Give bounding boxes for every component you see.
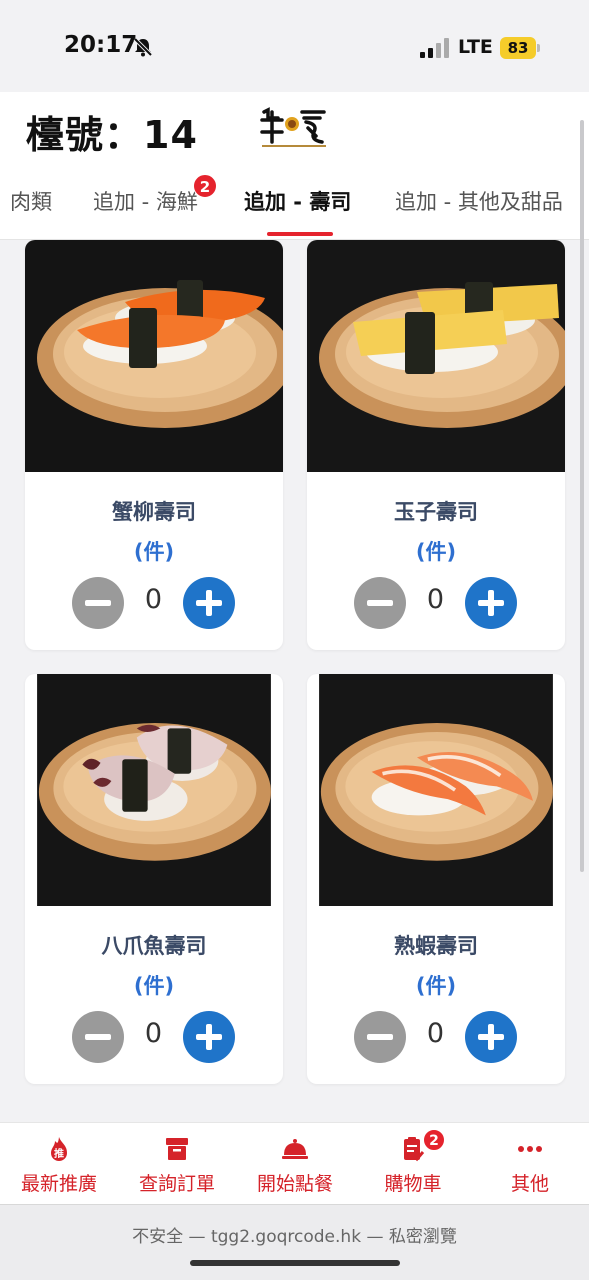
product-card: 玉子壽司 (件) 0 <box>307 240 565 650</box>
order-box-icon <box>166 1138 188 1160</box>
quantity-value: 0 <box>426 584 445 615</box>
increase-quantity-button[interactable] <box>183 577 235 629</box>
product-card: 蟹柳壽司 (件) 0 <box>25 240 283 650</box>
signal-icon <box>420 38 450 58</box>
cooked-shrimp-sushi-photo <box>319 674 553 906</box>
quantity-value: 0 <box>144 584 163 615</box>
decrease-quantity-button[interactable] <box>72 1011 124 1063</box>
product-unit: (件) <box>133 540 175 564</box>
product-unit: (件) <box>415 974 457 998</box>
crab-stick-sushi-photo <box>25 240 283 472</box>
page-scrollbar[interactable] <box>580 120 584 872</box>
nav-label: 開始點餐 <box>256 1173 333 1195</box>
product-name: 玉子壽司 <box>394 500 478 524</box>
nav-check-orders[interactable]: 查詢訂單 <box>118 1123 236 1205</box>
battery-icon: 83 <box>500 37 536 59</box>
bottom-navigation: 推 最新推廣 查詢訂單 開始點餐 2 購物車 其他 <box>0 1122 589 1204</box>
nav-cart[interactable]: 2 購物車 <box>354 1123 472 1205</box>
product-name: 八爪魚壽司 <box>101 934 207 958</box>
bell-muted-icon <box>133 37 153 57</box>
nav-more[interactable]: 其他 <box>471 1123 589 1205</box>
promo-fire-icon: 推 <box>51 1137 67 1161</box>
table-number: 檯號：14 <box>26 113 198 157</box>
decrease-quantity-button[interactable] <box>354 577 406 629</box>
battery-tip <box>537 44 540 52</box>
nav-start-ordering[interactable]: 開始點餐 <box>236 1123 354 1205</box>
more-dots-icon <box>518 1146 542 1152</box>
nav-label: 最新推廣 <box>20 1173 97 1195</box>
cart-count-badge: 2 <box>423 1129 445 1151</box>
product-unit: (件) <box>415 540 457 564</box>
tab-seafood[interactable]: 追加 - 海鮮 <box>93 186 198 216</box>
decrease-quantity-button[interactable] <box>72 577 124 629</box>
home-indicator[interactable] <box>190 1260 400 1266</box>
product-unit: (件) <box>133 974 175 998</box>
category-tabs: 肉類 追加 - 海鮮 2 追加 - 壽司 追加 - 其他及甜品 <box>0 162 589 240</box>
tab-seafood-badge: 2 <box>193 174 217 198</box>
quantity-value: 0 <box>144 1018 163 1049</box>
page-header: 檯號：14 <box>0 92 589 162</box>
svg-text:推: 推 <box>54 1147 64 1160</box>
browser-url-bar[interactable]: 不安全 — tgg2.goqrcode.hk — 私密瀏覽 <box>0 1204 589 1280</box>
quantity-value: 0 <box>426 1018 445 1049</box>
status-time: 20:17 <box>64 32 138 58</box>
nav-label: 購物車 <box>384 1173 442 1195</box>
nav-label: 查詢訂單 <box>138 1173 215 1195</box>
tab-sushi[interactable]: 追加 - 壽司 <box>244 186 351 216</box>
product-card: 熟蝦壽司 (件) 0 <box>307 674 565 1084</box>
cloche-icon <box>282 1139 308 1159</box>
nav-latest-promotions[interactable]: 推 最新推廣 <box>0 1123 118 1205</box>
network-type: LTE <box>458 36 493 58</box>
product-name: 熟蝦壽司 <box>394 934 478 958</box>
increase-quantity-button[interactable] <box>465 1011 517 1063</box>
product-card: 八爪魚壽司 (件) 0 <box>25 674 283 1084</box>
tab-others-dessert[interactable]: 追加 - 其他及甜品 <box>395 186 563 216</box>
restaurant-logo <box>260 107 326 147</box>
octopus-sushi-photo <box>37 674 271 906</box>
product-name: 蟹柳壽司 <box>112 500 196 524</box>
increase-quantity-button[interactable] <box>465 577 517 629</box>
status-bar: 20:17 LTE 83 <box>0 0 589 92</box>
tab-meat[interactable]: 肉類 <box>10 186 52 216</box>
increase-quantity-button[interactable] <box>183 1011 235 1063</box>
url-text: 不安全 — tgg2.goqrcode.hk — 私密瀏覽 <box>132 1227 457 1247</box>
decrease-quantity-button[interactable] <box>354 1011 406 1063</box>
nav-label: 其他 <box>510 1173 549 1195</box>
active-tab-indicator <box>267 232 333 236</box>
tamago-sushi-photo <box>307 240 565 472</box>
